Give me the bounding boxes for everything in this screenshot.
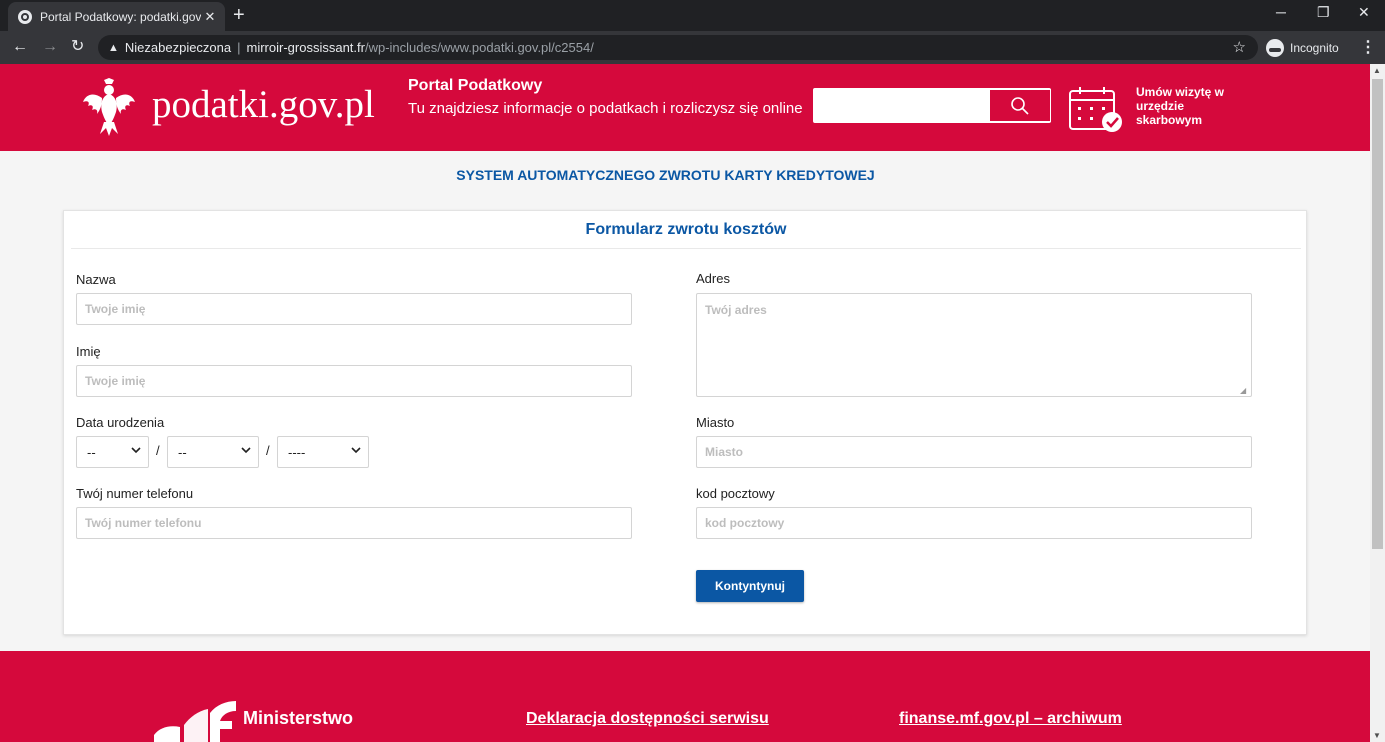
scrollbar-thumb[interactable] xyxy=(1372,79,1383,549)
dob-year-select[interactable]: ---- xyxy=(277,436,369,468)
dob-year-value: ---- xyxy=(288,444,306,460)
address-label: Adres xyxy=(696,271,730,286)
globe-icon xyxy=(18,9,32,24)
url-separator: | xyxy=(237,40,241,55)
page: podatki.gov.pl Portal Podatkowy Tu znajd… xyxy=(0,64,1370,742)
site-logo-text[interactable]: podatki.gov.pl xyxy=(152,82,375,127)
warning-icon: ▲ xyxy=(108,41,119,54)
accessibility-declaration-link[interactable]: Deklaracja dostępności serwisu xyxy=(526,710,769,728)
ministry-logo-icon[interactable] xyxy=(150,701,240,742)
search-icon xyxy=(1011,96,1029,115)
browser-tab[interactable]: Portal Podatkowy: podatki.gov.pl ✕ xyxy=(8,2,225,31)
search-button[interactable] xyxy=(989,89,1051,122)
name-input[interactable]: Twoje imię xyxy=(76,293,632,325)
window-close-icon[interactable]: ✕ xyxy=(1358,4,1370,21)
phone-label: Twój numer telefonu xyxy=(76,486,194,501)
chevron-down-icon xyxy=(131,447,141,454)
address-bar: ← → ↻ ▲ Niezabezpieczona | mirroir-gross… xyxy=(0,31,1385,64)
dob-label: Data urodzenia xyxy=(76,415,165,430)
url-field[interactable]: ▲ Niezabezpieczona | mirroir-grossissant… xyxy=(98,35,1258,60)
security-label: Niezabezpieczona xyxy=(124,40,232,55)
divider xyxy=(71,248,1301,249)
dob-day-value: -- xyxy=(87,444,96,460)
search-input[interactable] xyxy=(814,89,988,122)
appointment-link[interactable]: Umów wizytę w urzędzie skarbowym xyxy=(1136,85,1246,127)
url-path: /wp-includes/www.podatki.gov.pl/c2554/ xyxy=(364,40,594,55)
city-label: Miasto xyxy=(696,415,735,430)
ministry-name: Ministerstwo xyxy=(243,708,354,728)
minimize-icon[interactable]: ─ xyxy=(1276,4,1286,20)
incognito-icon xyxy=(1266,38,1284,57)
browser-menu-icon[interactable]: ⋮ xyxy=(1360,37,1376,57)
tab-close-icon[interactable]: ✕ xyxy=(201,9,219,25)
address-textarea[interactable]: Twój adres xyxy=(696,293,1252,397)
postal-code-label: kod pocztowy xyxy=(696,486,775,501)
phone-input[interactable]: Twój numer telefonu xyxy=(76,507,632,539)
chevron-down-icon xyxy=(351,447,361,454)
incognito-label: Incognito xyxy=(1290,40,1339,55)
dob-day-select[interactable]: -- xyxy=(76,436,149,468)
tab-title: Portal Podatkowy: podatki.gov.pl xyxy=(40,9,201,24)
search-box xyxy=(813,88,1051,123)
page-scrollbar[interactable]: ▲ ▼ xyxy=(1370,64,1385,742)
system-title: SYSTEM AUTOMATYCZNEGO ZWROTU KARTY KREDY… xyxy=(456,167,875,183)
chevron-down-icon xyxy=(241,447,251,454)
refund-form-card: Formularz zwrotu kosztów Nazwa Twoje imi… xyxy=(63,210,1307,635)
reload-icon[interactable]: ↻ xyxy=(71,37,84,57)
site-footer: Ministerstwo Deklaracja dostępności serw… xyxy=(0,651,1370,742)
calendar-check-icon[interactable] xyxy=(1068,86,1124,134)
name-label: Nazwa xyxy=(76,272,116,287)
url-host: mirroir-grossissant.fr xyxy=(246,40,365,55)
form-title: Formularz zwrotu kosztów xyxy=(585,221,787,238)
new-tab-button[interactable]: + xyxy=(233,4,245,26)
eagle-emblem-icon[interactable] xyxy=(82,78,136,136)
continue-button[interactable]: Kontyntynuj xyxy=(696,570,804,602)
resize-handle-icon[interactable]: ◢ xyxy=(1240,386,1246,395)
postal-code-input[interactable]: kod pocztowy xyxy=(696,507,1252,539)
portal-subtitle: Tu znajdziesz informacje o podatkach i r… xyxy=(408,100,803,117)
archive-link[interactable]: finanse.mf.gov.pl – archiwum xyxy=(899,710,1122,728)
scroll-down-icon[interactable]: ▼ xyxy=(1373,731,1381,740)
incognito-badge[interactable]: Incognito xyxy=(1266,37,1339,58)
maximize-icon[interactable]: ❐ xyxy=(1317,4,1330,21)
dob-separator: / xyxy=(266,443,270,458)
site-header: podatki.gov.pl Portal Podatkowy Tu znajd… xyxy=(0,64,1370,151)
firstname-input[interactable]: Twoje imię xyxy=(76,365,632,397)
bookmark-star-icon[interactable]: ☆ xyxy=(1233,38,1246,56)
dob-separator: / xyxy=(156,443,160,458)
city-input[interactable]: Miasto xyxy=(696,436,1252,468)
browser-tab-bar: Portal Podatkowy: podatki.gov.pl ✕ + ─ ❐… xyxy=(0,0,1385,31)
firstname-label: Imię xyxy=(76,344,101,359)
back-icon[interactable]: ← xyxy=(12,37,28,57)
portal-title: Portal Podatkowy xyxy=(408,77,543,94)
forward-icon[interactable]: → xyxy=(42,37,58,57)
scroll-up-icon[interactable]: ▲ xyxy=(1373,66,1381,75)
dob-month-value: -- xyxy=(178,444,187,460)
dob-month-select[interactable]: -- xyxy=(167,436,259,468)
